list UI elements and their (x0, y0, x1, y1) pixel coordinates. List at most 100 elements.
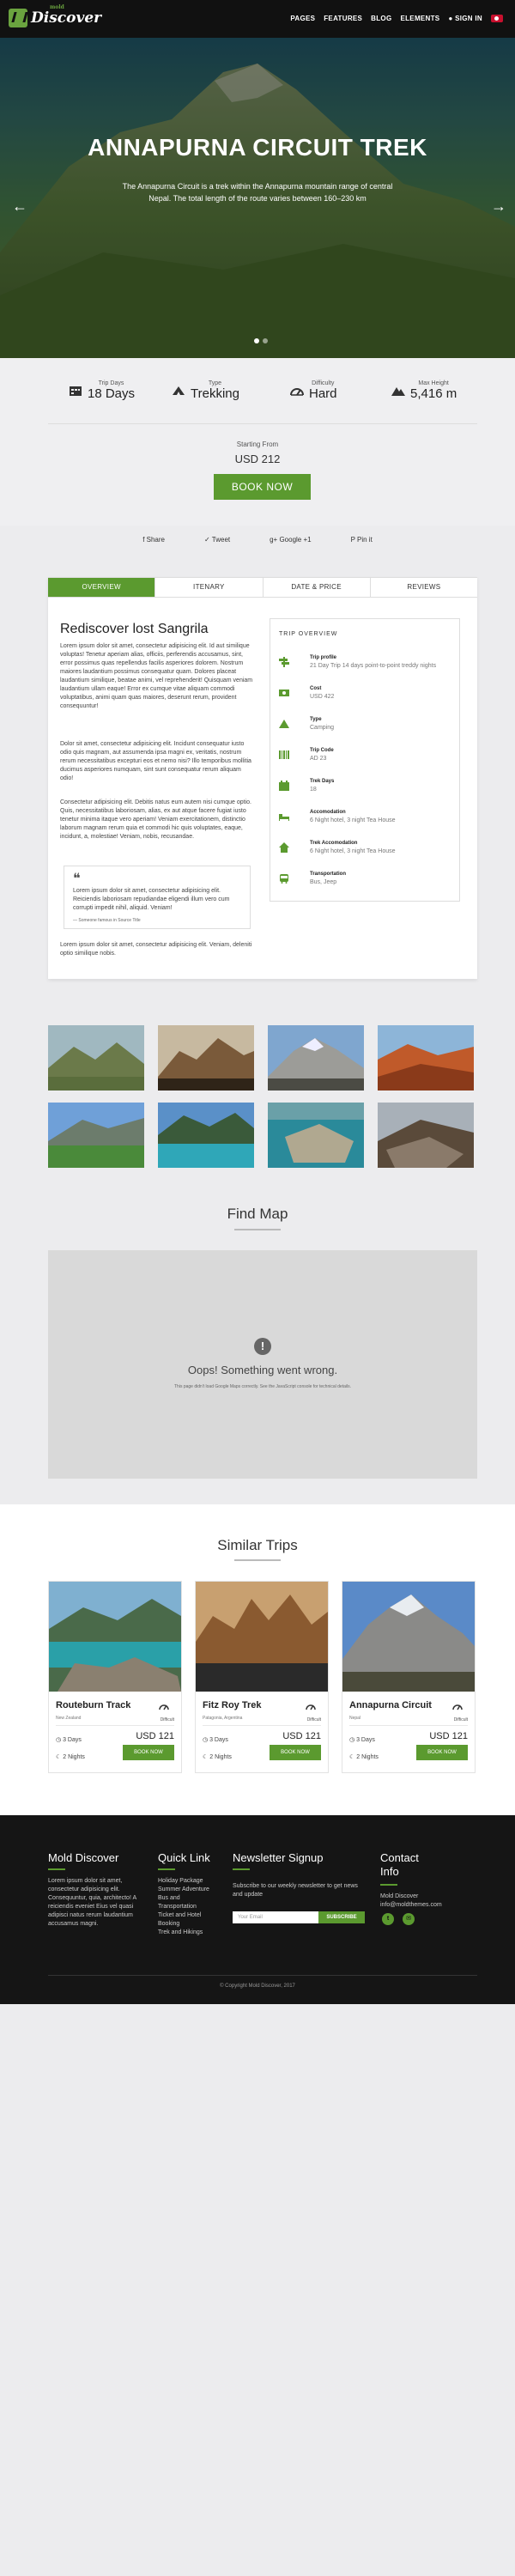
footer-divider (48, 1975, 477, 1976)
card-divider (203, 1725, 321, 1726)
trip-card-book-button[interactable]: BOOK NOW (270, 1745, 321, 1760)
quote-text: Lorem ipsum dolor sit amet, consectetur … (73, 888, 230, 911)
trip-overview-heading: TRIP OVERVIEW (279, 631, 338, 637)
user-icon: ● (448, 15, 456, 22)
content-heading: Rediscover lost Sangrila (60, 622, 209, 636)
starting-from-label: Starting From (236, 440, 279, 448)
card-divider (349, 1725, 468, 1726)
nav-blog[interactable]: BLOG (371, 15, 391, 22)
quote-icon: ❝ (73, 870, 81, 886)
tab-reviews[interactable]: REVIEWS (369, 578, 477, 597)
trip-card-image (342, 1582, 475, 1692)
gauge-icon (452, 1704, 463, 1710)
blockquote: ❝ Lorem ipsum dolor sit amet, consectetu… (64, 866, 251, 929)
book-now-button[interactable]: BOOK NOW (214, 474, 311, 500)
slider-next-arrow-icon[interactable]: → (491, 197, 506, 216)
trip-card-image (49, 1582, 181, 1692)
fact-trip-days: Trip Days 18 Days (69, 380, 135, 401)
tent-icon (279, 720, 289, 728)
gallery-image[interactable] (378, 1103, 474, 1168)
contact-email[interactable]: info@moldthemes.com (380, 1901, 475, 1910)
map-error-title: Oops! Something went wrong. (187, 1364, 338, 1376)
footer-link[interactable]: Trek and Hikings (158, 1929, 218, 1937)
trip-card-book-button[interactable]: BOOK NOW (416, 1745, 468, 1760)
overview-item: Cost USD 422 (279, 684, 454, 710)
mountain-icon (391, 387, 405, 396)
fact-difficulty: Difficulty Hard (290, 380, 337, 401)
gauge-icon (290, 388, 304, 396)
trip-card-book-button[interactable]: BOOK NOW (123, 1745, 174, 1760)
house-icon (279, 842, 289, 853)
logo-text: Discover (31, 9, 102, 27)
tab-overview[interactable]: OVERVIEW (48, 578, 155, 597)
trip-card[interactable]: Annapurna Circuit Nepal Difficult ◷ 3 Da… (342, 1581, 476, 1773)
gallery-image[interactable] (158, 1103, 254, 1168)
trip-card-days: ◷ 3 Days (56, 1737, 82, 1743)
title-underline (234, 1559, 281, 1561)
share-facebook-button[interactable]: f Share (142, 536, 165, 544)
gauge-icon (306, 1704, 316, 1710)
footer-link[interactable]: Ticket and Hotel Booking (158, 1911, 209, 1929)
footer-link[interactable]: Bus and Transportation (158, 1894, 209, 1911)
footer-col-title: Mold Discover (48, 1851, 119, 1864)
footer-underline (233, 1868, 250, 1870)
overview-item: Accomodation 6 Night hotel, 3 night Tea … (279, 808, 454, 834)
gallery-image[interactable] (268, 1103, 364, 1168)
gallery-image[interactable] (378, 1025, 474, 1091)
clock-icon: ◷ (56, 1737, 64, 1743)
map-embed[interactable]: ! Oops! Something went wrong. This page … (48, 1250, 477, 1479)
trip-card-location: Patagonia, Argentina (203, 1716, 243, 1721)
footer-underline (158, 1868, 175, 1870)
share-twitter-button[interactable]: ✓ Tweet (204, 536, 230, 544)
footer-link[interactable]: Holiday Package (158, 1877, 218, 1886)
twitter-icon[interactable]: t (382, 1913, 394, 1925)
tab-date-price[interactable]: DATE & PRICE (262, 578, 370, 597)
sign-in-link[interactable]: ● SIGN IN (448, 15, 482, 22)
trip-card-difficulty: Difficult (453, 1717, 468, 1722)
gallery-image[interactable] (48, 1025, 144, 1091)
content-paragraph: Consectetur adipisicing elit. Debitis na… (60, 799, 251, 840)
logo-mark-icon (9, 9, 27, 27)
calendar-icon (70, 386, 82, 396)
footer-col-title: Contact Info (380, 1851, 419, 1878)
footer-about-text: Lorem ipsum dolor sit amet, consectetur … (48, 1878, 136, 1927)
nav-elements[interactable]: ELEMENTS (400, 15, 439, 22)
nav-pages[interactable]: PAGES (290, 15, 315, 22)
overview-item: Trip profile 21 Day Trip 14 days point-t… (279, 653, 454, 679)
mail-icon[interactable]: ✉ (403, 1913, 415, 1925)
fact-max-height: Max Height 5,416 m (391, 380, 457, 401)
trip-card-nights: ☾ 2 Nights (56, 1754, 85, 1760)
moon-icon: ☾ (56, 1754, 64, 1760)
tab-itenary[interactable]: ITENARY (154, 578, 262, 597)
gallery-image[interactable] (268, 1025, 364, 1091)
share-pinterest-button[interactable]: P Pin it (351, 536, 373, 544)
hero-slider: ANNAPURNA CIRCUIT TREK The Annapurna Cir… (0, 38, 515, 358)
newsletter-email-input[interactable]: Your Email (233, 1911, 318, 1923)
calendar-icon (279, 781, 289, 791)
logo[interactable]: mold Discover (9, 4, 102, 27)
trip-card-nights: ☾ 2 Nights (349, 1754, 379, 1760)
trip-card[interactable]: Routeburn Track New Zealand Difficult ◷ … (48, 1581, 182, 1773)
gallery-image[interactable] (48, 1103, 144, 1168)
slider-prev-arrow-icon[interactable]: ← (12, 197, 27, 216)
moon-icon: ☾ (203, 1754, 210, 1760)
bus-icon (280, 874, 288, 884)
subscribe-button[interactable]: SUBSCRIBE (318, 1911, 365, 1923)
hero-subtitle: The Annapurna Circuit is a trek within t… (122, 182, 393, 203)
footer-underline (48, 1868, 65, 1870)
title-underline (234, 1229, 281, 1230)
map-error-text: This page didn't load Google Maps correc… (174, 1384, 351, 1389)
overview-item: Type Camping (279, 715, 454, 741)
error-icon: ! (254, 1338, 271, 1355)
slider-dot-active[interactable] (254, 338, 259, 343)
nav-features[interactable]: FEATURES (324, 15, 362, 22)
trip-card-days: ◷ 3 Days (203, 1737, 228, 1743)
language-flag-icon[interactable] (491, 15, 503, 22)
gallery-image[interactable] (158, 1025, 254, 1091)
slider-dot[interactable] (263, 338, 268, 343)
similar-trips-title: Similar Trips (217, 1537, 298, 1553)
footer-link[interactable]: Summer Adventure (158, 1886, 218, 1894)
share-google-button[interactable]: g+ Google +1 (270, 536, 311, 544)
top-navbar: mold Discover PAGES FEATURES BLOG ELEMEN… (0, 0, 515, 38)
trip-card[interactable]: Fitz Roy Trek Patagonia, Argentina Diffi… (195, 1581, 329, 1773)
